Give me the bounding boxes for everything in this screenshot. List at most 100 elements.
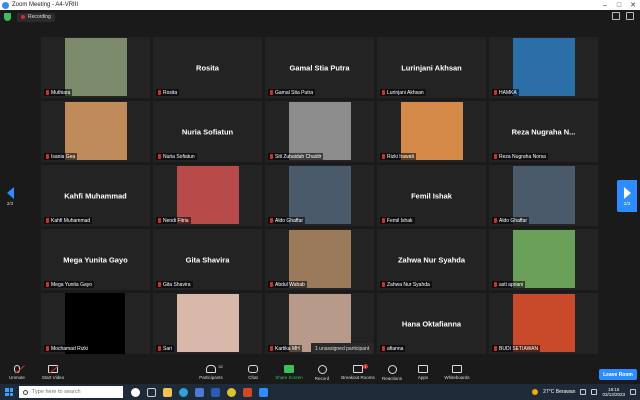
window-title: Zoom Meeting - A4-VRIII <box>12 2 79 8</box>
participant-name-text: HAMKA <box>499 89 517 96</box>
word-icon[interactable] <box>211 387 220 397</box>
participant-tile[interactable]: Muthiara <box>41 37 150 98</box>
participant-name-text: Siti Zubaidah Chaidir <box>275 153 322 160</box>
mic-muted-icon <box>46 346 49 351</box>
taskbar-search-input[interactable] <box>32 389 120 395</box>
clock-date: 03/13/2023 <box>602 392 625 397</box>
participant-video-thumbnail <box>65 38 127 96</box>
participant-video-thumbnail <box>513 294 575 352</box>
zoom-logo-icon <box>2 1 9 9</box>
taskbar-search[interactable] <box>19 386 123 398</box>
participant-name-text: Sari <box>163 345 172 352</box>
windows-start-icon[interactable] <box>5 388 13 396</box>
participant-tile[interactable]: Rosita Rosita <box>153 37 262 98</box>
mic-muted-icon <box>46 154 49 159</box>
previous-page-button[interactable]: 2/3 <box>0 180 20 212</box>
participant-name-text: Kartika MH <box>275 345 300 352</box>
participant-tile[interactable]: Zahwa Nur Syahda Zahwa Nur Syahda <box>377 229 486 290</box>
participant-name-text: Mochamad Rizki <box>51 345 88 352</box>
participant-tile[interactable]: Aldo Ghaffar <box>265 165 374 226</box>
recording-indicator[interactable]: Recording <box>17 12 55 22</box>
participant-tile[interactable]: Femil Ishak Femil Ishak <box>377 165 486 226</box>
mic-muted-icon <box>494 282 497 287</box>
participant-tile[interactable]: Aldo Ghaffar <box>489 165 598 226</box>
close-icon[interactable]: ✕ <box>626 0 640 10</box>
participant-tile[interactable]: Reza Nugraha N... Reza Nugraha Norsa <box>489 101 598 162</box>
clock[interactable]: 19:15 03/13/2023 <box>602 387 625 398</box>
security-shield-icon[interactable] <box>4 13 11 21</box>
notifications-icon[interactable] <box>630 389 636 395</box>
participant-name-label: Kartika MH <box>268 345 302 352</box>
participant-tile[interactable]: Rizki Irawati <box>377 101 486 162</box>
whiteboards-label: Whiteboards <box>444 375 470 380</box>
participant-name-text: Zahwa Nur Syahda <box>387 281 430 288</box>
participant-name-label: Sari <box>156 345 174 352</box>
maximize-icon[interactable]: □ <box>612 0 626 10</box>
participant-tile[interactable]: Hana Oktafianna afianna <box>377 293 486 354</box>
minimize-icon[interactable]: – <box>598 0 612 10</box>
participant-display-name: Zahwa Nur Syahda <box>397 255 466 264</box>
participant-name-text: Reza Nugraha Norsa <box>499 153 546 160</box>
participant-tile[interactable]: Abdul Wahab <box>265 229 374 290</box>
participants-button[interactable]: 52 Participants <box>189 364 233 383</box>
participant-tile[interactable]: Mega Yunita Gayo Mega Yunita Gayo <box>41 229 150 290</box>
chrome-icon[interactable] <box>227 387 236 397</box>
record-label: Record <box>314 376 330 381</box>
participant-name-label: Muthiara <box>44 89 73 96</box>
participant-video-thumbnail <box>177 166 239 224</box>
taskbar-apps <box>131 387 268 397</box>
participant-name-text: Nuria Sofiatun <box>163 153 195 160</box>
fullscreen-icon[interactable] <box>626 12 634 20</box>
participant-tile[interactable]: BUDI SETIAWAN <box>489 293 598 354</box>
store-icon[interactable] <box>195 387 204 397</box>
participant-tile[interactable]: Gita Shavira Gita Shavira <box>153 229 262 290</box>
participant-tile[interactable]: HAMKA <box>489 37 598 98</box>
unassigned-participant-notice[interactable]: 1 unassigned participant <box>311 343 374 354</box>
task-view-icon[interactable] <box>147 387 156 397</box>
view-icon[interactable] <box>612 12 620 20</box>
participant-name-text: Isania Gea <box>51 153 76 160</box>
mic-muted-icon <box>270 90 273 95</box>
participant-display-name: Gita Shavira <box>185 255 230 264</box>
participant-tile[interactable]: Nendi Fitria <box>153 165 262 226</box>
mic-muted-icon <box>158 346 161 351</box>
participant-name-text: Kahfi Muhammad <box>51 217 91 224</box>
participant-tile[interactable]: Kahfi Muhammad Kahfi Muhammad <box>41 165 150 226</box>
start-video-button[interactable]: Start Video <box>31 365 75 383</box>
participant-name-text: afianna <box>387 345 404 352</box>
participant-name-text: Gamal Stia Putra <box>275 89 314 96</box>
participant-tile[interactable]: Sari <box>153 293 262 354</box>
participant-tile[interactable]: Siti Zubaidah Chaidir <box>265 101 374 162</box>
network-icon[interactable] <box>580 389 587 395</box>
participant-name-label: BUDI SETIAWAN <box>492 345 541 352</box>
view-controls <box>612 12 634 20</box>
chevron-left-icon <box>6 186 14 199</box>
whiteboards-button[interactable]: Whiteboards <box>435 365 479 383</box>
participant-name-label: Aldo Ghaffar <box>492 217 529 224</box>
zoom-taskbar-icon[interactable] <box>259 387 268 397</box>
participant-tile[interactable]: asti apriani <box>489 229 598 290</box>
edge-icon[interactable] <box>179 387 188 397</box>
volume-icon[interactable] <box>591 389 598 395</box>
participants-label: Participants <box>199 375 223 380</box>
file-explorer-icon[interactable] <box>163 387 172 397</box>
participant-display-name: Lurinjani Akhsan <box>401 63 462 72</box>
participant-tile[interactable]: Gamal Stia Putra Gamal Stia Putra <box>265 37 374 98</box>
participant-tile[interactable]: Mochamad Rizki <box>41 293 150 354</box>
next-page-button[interactable]: 2/3 <box>617 180 637 212</box>
bing-icon[interactable] <box>131 387 140 397</box>
weather-text[interactable]: 27°C Berawan <box>543 389 575 395</box>
participant-video-thumbnail <box>289 166 351 224</box>
participant-tile[interactable]: Nuria Sofiatun Nuria Sofiatun <box>153 101 262 162</box>
participant-name-text: Gita Shavira <box>163 281 191 288</box>
mic-muted-icon <box>270 218 273 223</box>
powerpoint-icon[interactable] <box>243 387 252 397</box>
mic-muted-icon <box>382 90 385 95</box>
participant-name-label: Abdul Wahab <box>268 281 307 288</box>
mic-muted-icon <box>270 282 273 287</box>
participant-name-text: BUDI SETIAWAN <box>499 345 539 352</box>
participant-tile[interactable]: Lurinjani Akhsan Lurinjani Akhsan <box>377 37 486 98</box>
participant-tile[interactable]: Isania Gea <box>41 101 150 162</box>
leave-room-button[interactable]: Leave Room <box>599 369 637 380</box>
share-screen-icon <box>284 365 294 373</box>
